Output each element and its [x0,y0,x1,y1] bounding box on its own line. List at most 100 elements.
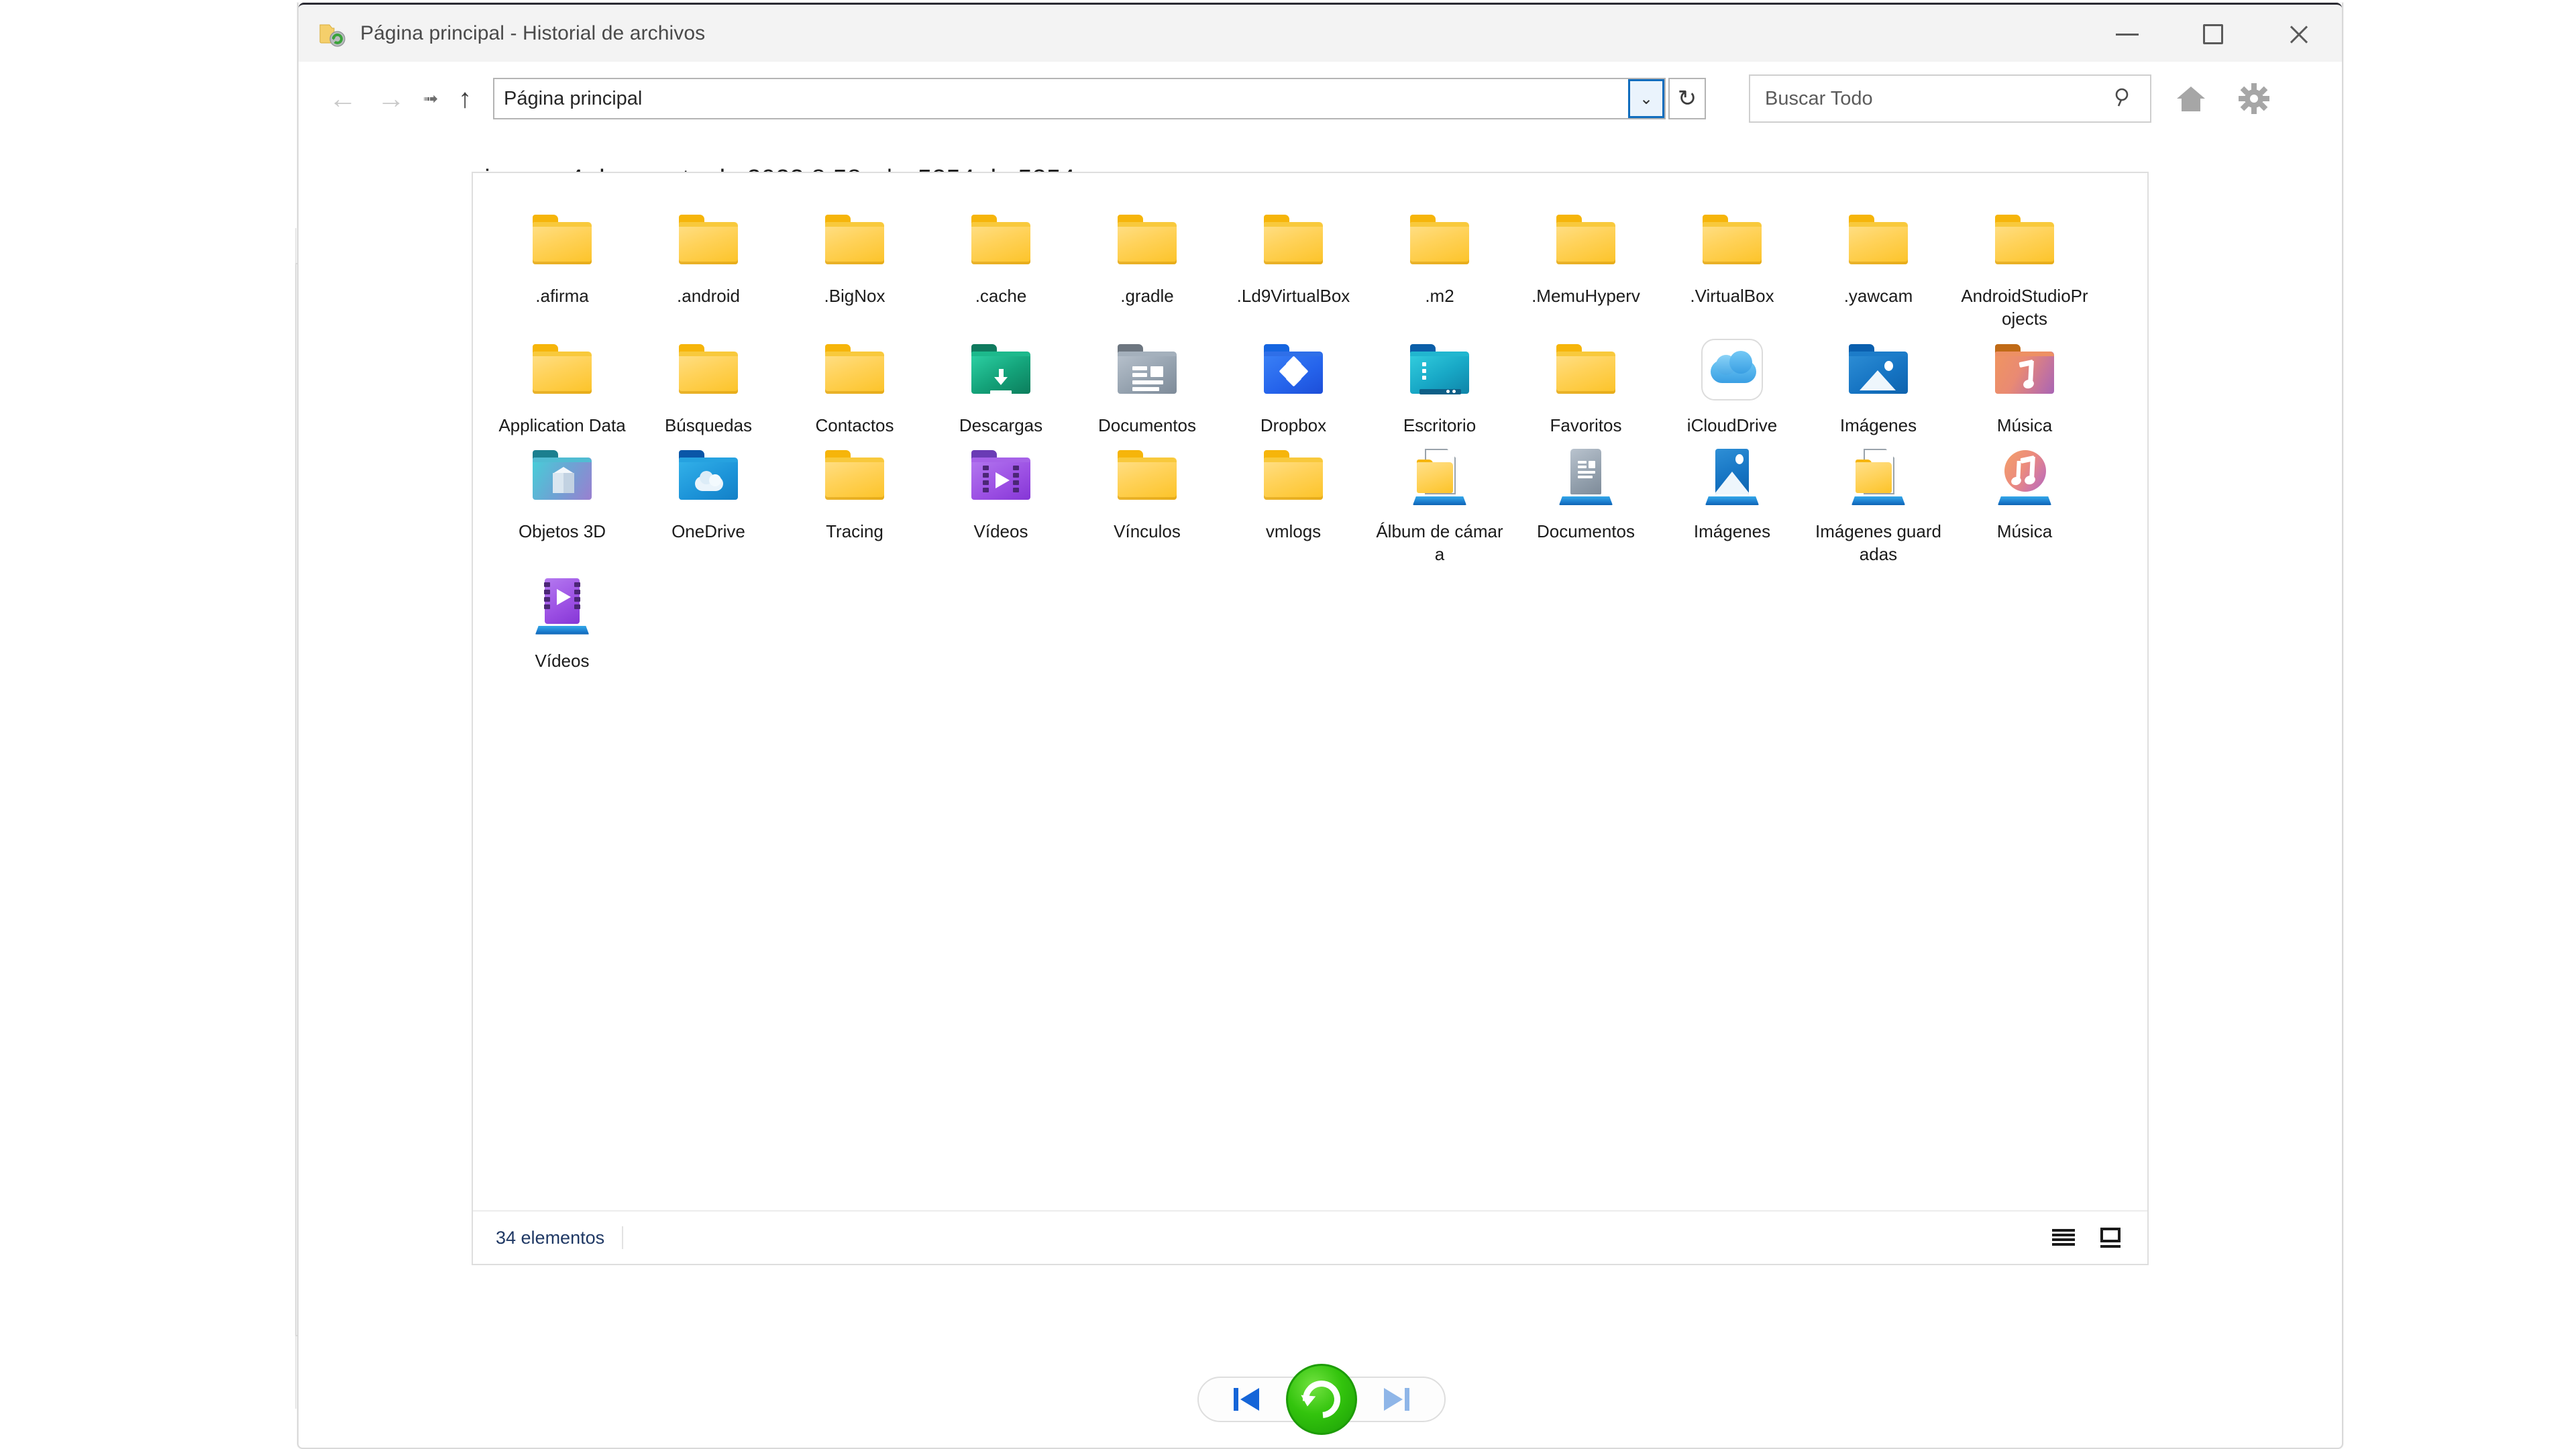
list-item[interactable]: .android [635,201,782,331]
item-label: Búsquedas [664,415,753,435]
item-label: .Ld9VirtualBox [1236,286,1350,306]
chevron-down-icon[interactable]: ⌄ [1628,79,1664,118]
folder-icon [1990,205,2059,275]
list-item[interactable]: .MemuHyperv [1513,201,1659,331]
desktop-folder-icon [1405,335,1474,405]
large-icons-view-button[interactable] [2092,1222,2129,1254]
file-history-window: Página principal - Historial de archivos… [297,3,2343,1449]
documents-library-icon [1551,441,1621,511]
refresh-icon[interactable]: ↻ [1668,78,1706,119]
forward-icon[interactable]: → [367,74,415,123]
folder-icon [820,205,890,275]
item-label: Documentos [1537,521,1635,541]
transport-controls [299,1359,2345,1440]
item-label: Application Data [498,415,626,435]
list-item[interactable]: .BigNox [782,201,928,331]
pictures-library-icon [1697,441,1767,511]
list-item[interactable]: Imágenes guardadas [1805,437,1951,566]
list-item[interactable]: Documentos [1513,437,1659,566]
list-item[interactable]: AndroidStudioProjects [1951,201,2098,331]
list-item[interactable]: Imágenes [1805,331,1951,437]
folder-icon [674,205,743,275]
onedrive-folder-icon [674,441,743,511]
up-icon[interactable]: ↑ [446,74,484,123]
list-item[interactable]: Búsquedas [635,331,782,437]
folder-icon [1551,335,1621,405]
status-divider [622,1226,624,1249]
list-item[interactable]: Favoritos [1513,331,1659,437]
address-bar[interactable]: Página principal ⌄ [493,78,1666,119]
screen: Página principal - Historial de archivos… [0,0,2576,1449]
item-label: Imágenes [1693,521,1771,541]
list-item[interactable]: .yawcam [1805,201,1951,331]
list-item[interactable]: Contactos [782,331,928,437]
item-label: Dropbox [1260,415,1327,435]
item-label: Imágenes guardadas [1815,521,1941,565]
list-item[interactable]: .cache [928,201,1074,331]
list-item[interactable]: Descargas [928,331,1074,437]
item-label: Documentos [1098,415,1196,435]
maximize-button[interactable] [2170,5,2256,64]
item-label: Contactos [815,415,894,435]
home-icon[interactable] [2167,75,2214,122]
item-label: Vínculos [1114,521,1181,541]
folder-icon [1112,441,1182,511]
list-item[interactable]: Application Data [489,331,635,437]
music-library-icon [1990,441,2059,511]
list-item[interactable]: vmlogs [1220,437,1366,566]
list-item[interactable]: .Ld9VirtualBox [1220,201,1366,331]
list-item[interactable]: Álbum de cámara [1366,437,1513,566]
list-item[interactable]: Documentos [1074,331,1220,437]
item-label: iCloudDrive [1686,415,1778,435]
restore-button[interactable] [1286,1364,1357,1435]
list-item[interactable]: .afirma [489,201,635,331]
recent-locations-icon[interactable]: ➟ [415,74,446,123]
item-label: .cache [975,286,1027,306]
item-label: .yawcam [1843,286,1913,306]
list-item[interactable]: Escritorio [1366,331,1513,437]
details-view-button[interactable] [2045,1222,2082,1254]
list-item[interactable]: Vídeos [489,566,635,672]
list-item[interactable]: .gradle [1074,201,1220,331]
list-item[interactable]: Objetos 3D [489,437,635,566]
folder-icon [527,205,597,275]
search-placeholder: Buscar Todo [1765,87,1873,109]
folder-icon [820,335,890,405]
next-version-button[interactable] [1346,1377,1446,1422]
list-item[interactable]: OneDrive [635,437,782,566]
item-label: .afirma [535,286,589,306]
minimize-button[interactable] [2084,5,2170,64]
list-item[interactable]: Imágenes [1659,437,1805,566]
title-bar[interactable]: Página principal - Historial de archivos [299,3,2342,62]
previous-version-button[interactable] [1197,1377,1297,1422]
close-button[interactable] [2256,5,2342,64]
item-label: .VirtualBox [1690,286,1774,306]
item-label: .m2 [1425,286,1454,306]
downloads-folder-icon [966,335,1036,405]
list-item[interactable]: Dropbox [1220,331,1366,437]
gear-icon[interactable] [2231,75,2277,122]
view-mode-buttons [2045,1222,2129,1254]
list-item[interactable]: Música [1951,331,2098,437]
search-box[interactable]: Buscar Todo [1749,74,2151,123]
list-item[interactable]: .VirtualBox [1659,201,1805,331]
folder-icon [527,335,597,405]
back-icon[interactable]: ← [319,74,367,123]
saved-pictures-library-icon [1843,441,1913,511]
folder-icon [1405,205,1474,275]
music-folder-icon [1990,335,2059,405]
list-item[interactable]: Vínculos [1074,437,1220,566]
list-item[interactable]: Tracing [782,437,928,566]
previous-icon [1232,1388,1262,1411]
list-item[interactable]: iCloudDrive [1659,331,1805,437]
item-label: Objetos 3D [518,521,606,541]
navigation-toolbar: ← → ➟ ↑ Página principal ⌄ ↻ Buscar Todo [299,62,2342,136]
list-item[interactable]: Vídeos [928,437,1074,566]
objects3d-folder-icon [527,441,597,511]
window-title: Página principal - Historial de archivos [360,21,706,44]
list-item[interactable]: .m2 [1366,201,1513,331]
folder-icon [1697,205,1767,275]
folder-icon [1258,205,1328,275]
list-item[interactable]: Música [1951,437,2098,566]
address-value: Página principal [504,87,643,109]
